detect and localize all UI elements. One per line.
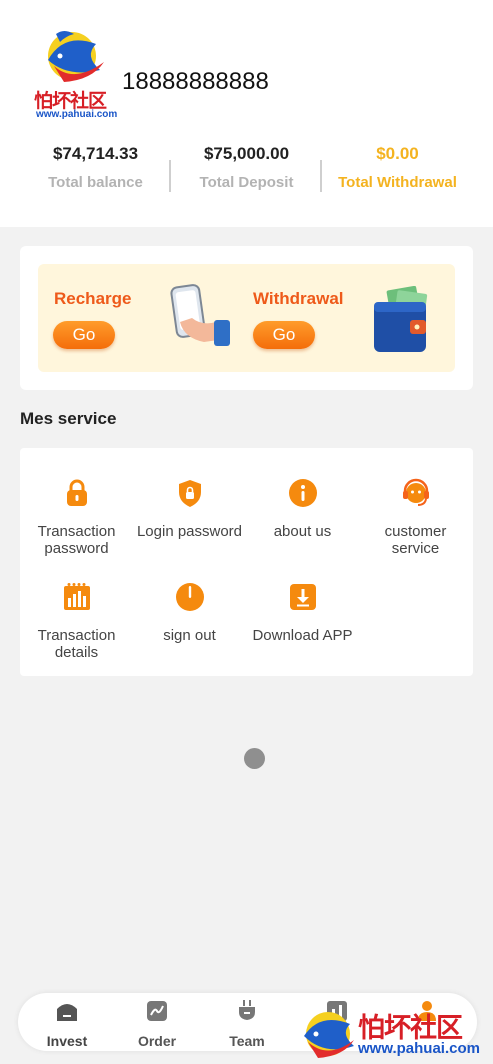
withdrawal-title: Withdrawal <box>253 289 344 308</box>
service-about-us[interactable]: about us <box>246 478 359 540</box>
service-label: Login password <box>136 523 243 540</box>
recharge-title: Recharge <box>54 289 132 308</box>
stat-value: $0.00 <box>376 144 419 163</box>
phone-in-hand-icon <box>170 284 230 346</box>
invest-icon <box>57 1004 77 1021</box>
stat-label: Total Withdrawal <box>338 174 457 191</box>
balance-stats: $74,714.33 Total balance $75,000.00 Tota… <box>20 142 473 202</box>
tab-order[interactable]: Order <box>112 999 202 1049</box>
power-icon <box>175 583 204 611</box>
fish-logo-icon <box>48 31 104 82</box>
service-sign-out[interactable]: sign out <box>133 582 246 644</box>
wallet-icon <box>374 286 428 352</box>
account-phone: 18888888888 <box>122 68 269 95</box>
watermark: 怕坏社区 www.pahuai.com <box>298 1006 488 1062</box>
stat-value: $75,000.00 <box>203 144 290 163</box>
withdrawal-go-button[interactable]: Go <box>253 321 315 349</box>
tab-team[interactable]: Team <box>202 999 292 1049</box>
logo: 怕坏社区 www.pahuai.com <box>34 26 124 122</box>
download-icon <box>289 584 316 610</box>
service-label: customer service <box>384 523 447 557</box>
service-download-app[interactable]: Download APP <box>246 582 359 644</box>
service-login-password[interactable]: Login password <box>133 478 246 540</box>
lock-icon <box>66 479 87 506</box>
stat-value: $74,714.33 <box>52 144 139 163</box>
profile-header: 怕坏社区 www.pahuai.com 18888888888 $74,714.… <box>0 0 493 227</box>
service-label: Transaction password <box>37 523 116 557</box>
service-transaction-password[interactable]: Transaction password <box>20 478 133 557</box>
stat-label: Total balance <box>48 174 143 191</box>
stat-label: Total Deposit <box>199 174 294 191</box>
stat-total-deposit: $75,000.00 Total Deposit <box>171 142 322 191</box>
service-label: Transaction details <box>37 627 116 661</box>
logo-url: www.pahuai.com <box>36 109 118 120</box>
stat-total-withdrawal: $0.00 Total Withdrawal <box>322 142 473 191</box>
service-transaction-details[interactable]: Transaction details <box>20 582 133 661</box>
loading-spinner <box>244 748 265 769</box>
bar-chart-icon <box>63 583 90 610</box>
recharge-go-button[interactable]: Go <box>53 321 115 349</box>
shield-lock-icon <box>178 480 201 507</box>
service-customer-service[interactable]: customer service <box>359 478 472 557</box>
services-grid: Transaction password Login password abou… <box>20 448 473 676</box>
service-label: sign out <box>163 627 216 644</box>
tab-invest[interactable]: Invest <box>22 999 112 1049</box>
tab-label: Team <box>229 1033 265 1049</box>
service-label: about us <box>273 523 332 540</box>
team-icon <box>239 1000 255 1020</box>
order-icon <box>147 1001 167 1021</box>
quick-actions-box: Recharge Go Withdrawal Go <box>38 264 455 372</box>
services-title: Mes service <box>20 409 117 428</box>
watermark-url: www.pahuai.com <box>358 1040 480 1057</box>
service-label: Download APP <box>252 627 353 644</box>
stat-total-balance: $74,714.33 Total balance <box>20 142 171 191</box>
watermark-fish-icon <box>304 1012 354 1058</box>
quick-actions-card: Recharge Go Withdrawal Go <box>20 246 473 390</box>
tab-label: Order <box>137 1033 177 1049</box>
tab-label: Invest <box>46 1033 88 1049</box>
info-icon <box>288 479 317 507</box>
headset-icon <box>402 478 429 506</box>
